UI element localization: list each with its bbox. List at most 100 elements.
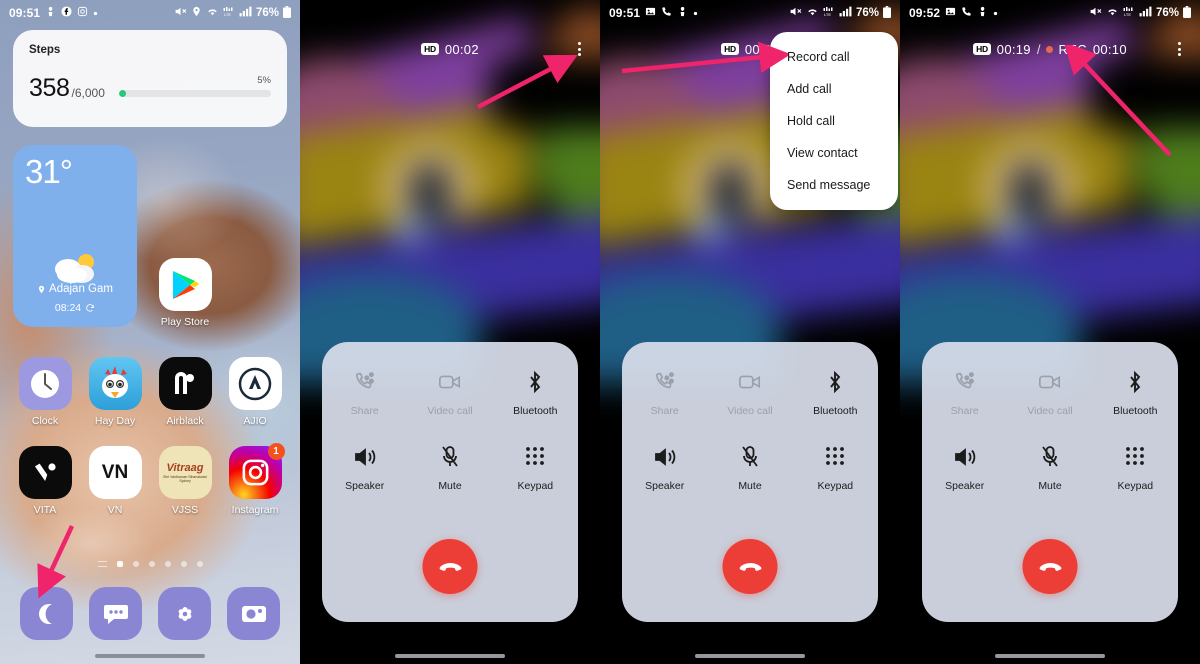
battery-percent: 76% [255, 7, 279, 19]
control-keypad[interactable]: Keypad [1093, 443, 1178, 492]
control-label: Bluetooth [513, 405, 558, 417]
app-ajio[interactable]: AJIO [220, 357, 290, 427]
control-mute[interactable]: Mute [707, 443, 792, 492]
app-label: Play Store [160, 316, 210, 328]
control-speaker[interactable]: Speaker [322, 443, 407, 492]
more-options-icon[interactable] [570, 40, 588, 58]
mute-mic-icon [707, 443, 792, 471]
control-speaker[interactable]: Speaker [622, 443, 707, 492]
app-clock[interactable]: Clock [10, 357, 80, 427]
control-keypad[interactable]: Keypad [493, 443, 578, 492]
mute-mic-icon [407, 443, 492, 471]
hd-badge: HD [421, 43, 439, 55]
recording-dot-icon [1046, 45, 1054, 53]
navigation-bar-handle[interactable] [995, 654, 1105, 658]
dock-phone-icon[interactable] [20, 587, 73, 640]
screenshot-strip: 09:51 LTE 76% Steps 358 /6,000 5% 31° Ad… [0, 0, 1200, 664]
dock-messages-icon[interactable] [89, 587, 142, 640]
app-airblack[interactable]: Airblack [150, 357, 220, 427]
app-vjss[interactable]: Vitraag Shri Vardhaman Sthanakvasi Sydne… [150, 446, 220, 516]
control-mute[interactable]: Mute [407, 443, 492, 492]
signal-icon [239, 6, 252, 20]
menu-item-send-message[interactable]: Send message [770, 169, 898, 201]
call-header: HD 00:19 / REC 00:10 [900, 34, 1200, 64]
battery-percent: 76% [855, 7, 879, 19]
speaker-icon [322, 443, 407, 471]
wifi-icon [1106, 6, 1119, 20]
page-dot-lines [97, 561, 107, 567]
control-video-call[interactable]: Video call [707, 368, 792, 417]
contact-name-blurred [300, 100, 600, 126]
control-label: Speaker [645, 480, 685, 492]
dot-icon [93, 7, 98, 19]
control-share[interactable]: Share [922, 368, 1007, 417]
navigation-bar-handle[interactable] [695, 654, 805, 658]
control-bluetooth[interactable]: Bluetooth [1093, 368, 1178, 417]
control-share[interactable]: Share [622, 368, 707, 417]
end-call-button[interactable] [1022, 539, 1078, 594]
control-label: Video call [427, 405, 473, 417]
panel-call-active: HD 00:02 Share Video call Bluetooth Spea… [300, 0, 600, 664]
page-dot[interactable] [164, 561, 171, 567]
control-keypad[interactable]: Keypad [793, 443, 878, 492]
control-speaker[interactable]: Speaker [922, 443, 1007, 492]
end-call-button[interactable] [722, 539, 778, 594]
app-vn[interactable]: VN VN [80, 446, 150, 516]
control-mute[interactable]: Mute [1007, 443, 1092, 492]
status-time: 09:52 [909, 6, 941, 20]
share-call-icon [922, 368, 1007, 396]
bluetooth-icon [493, 368, 578, 396]
mute-icon [174, 5, 187, 21]
weather-updated-row: 08:24 [13, 302, 137, 314]
status-time: 09:51 [609, 6, 641, 20]
control-video-call[interactable]: Video call [407, 368, 492, 417]
page-dot[interactable] [180, 561, 187, 567]
navigation-bar-handle[interactable] [95, 654, 205, 658]
control-label: Video call [727, 405, 773, 417]
caller-photo-blurred [900, 8, 1200, 383]
app-instagram[interactable]: 1 Instagram [220, 443, 290, 516]
page-dot[interactable] [148, 561, 155, 567]
navigation-bar-handle[interactable] [395, 654, 505, 658]
bluetooth-icon [793, 368, 878, 396]
menu-item-add-call[interactable]: Add call [770, 73, 898, 105]
control-share[interactable]: Share [322, 368, 407, 417]
panel-call-recording: 09:52 LTE 76% HD 00:19 / REC 00:10 Share… [900, 0, 1200, 664]
app-grid: Clock Hay Day Airblack AJIO VITA VN VN V… [0, 357, 300, 516]
steps-progress-fill [118, 90, 127, 97]
call-controls-grid: Share Video call Bluetooth Speaker Mute … [622, 368, 878, 492]
app-play-store[interactable]: Play Store [157, 258, 213, 328]
control-bluetooth[interactable]: Bluetooth [793, 368, 878, 417]
page-indicator[interactable] [0, 561, 300, 567]
dock-camera-icon[interactable] [227, 587, 280, 640]
airblack-icon [158, 357, 212, 410]
app-vita[interactable]: VITA [10, 446, 80, 516]
menu-item-record-call[interactable]: Record call [770, 41, 898, 73]
weather-location-row: Adajan Gam [13, 283, 137, 295]
steps-widget[interactable]: Steps 358 /6,000 5% [13, 30, 287, 127]
rec-label: REC [1058, 41, 1087, 57]
page-dot-home[interactable] [116, 561, 123, 567]
steps-progress-track [118, 90, 271, 97]
weather-widget[interactable]: 31° Adajan Gam 08:24 [13, 145, 137, 327]
page-dot[interactable] [196, 561, 203, 567]
more-options-icon[interactable] [1170, 40, 1188, 58]
location-icon [191, 6, 202, 20]
control-bluetooth[interactable]: Bluetooth [493, 368, 578, 417]
dock-gallery-icon[interactable] [158, 587, 211, 640]
battery-icon [883, 5, 891, 21]
status-bar: 09:51 LTE 76% [0, 0, 300, 26]
control-label: Keypad [517, 480, 554, 492]
status-bar [300, 0, 600, 26]
page-dot[interactable] [132, 561, 139, 567]
menu-item-hold-call[interactable]: Hold call [770, 105, 898, 137]
vowifi-icon: LTE [223, 6, 235, 20]
control-video-call[interactable]: Video call [1007, 368, 1092, 417]
mute-icon [1089, 5, 1102, 21]
end-call-button[interactable] [422, 539, 478, 594]
app-hay-day[interactable]: Hay Day [80, 357, 150, 427]
status-time: 09:51 [9, 6, 41, 20]
panel-call-menu-open: 09:51 LTE 76% HD 00:06 Record call Add c… [600, 0, 900, 664]
speaker-icon [922, 443, 1007, 471]
menu-item-view-contact[interactable]: View contact [770, 137, 898, 169]
